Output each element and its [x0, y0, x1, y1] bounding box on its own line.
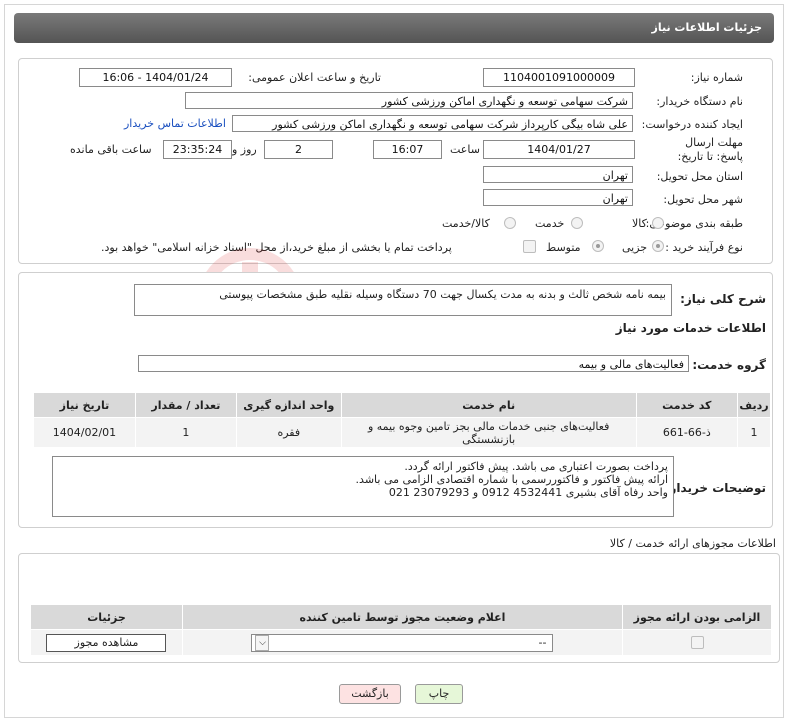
- buyer-label: نام دستگاه خریدار:: [656, 95, 743, 108]
- print-button[interactable]: چاپ: [415, 684, 463, 704]
- announce-field: 1404/01/24 - 16:06: [79, 68, 232, 87]
- cell-qty: 1: [134, 417, 237, 448]
- services-table: ردیف کد خدمت نام خدمت واحد اندازه گیری ت…: [33, 392, 771, 448]
- province-field: تهران: [483, 166, 633, 183]
- city-label: شهر محل تحویل:: [663, 193, 743, 206]
- permit-status-cell: ⌵ --: [181, 629, 624, 656]
- need-number-field: 1104001091000009: [483, 68, 635, 87]
- col-date: تاریخ نیاز: [33, 392, 136, 418]
- summary-label: شرح کلی نیاز:: [680, 292, 766, 306]
- category-option-goods: کالا: [632, 217, 647, 230]
- col-code: کد خدمت: [635, 392, 739, 418]
- cell-code: ذ-66-661: [635, 417, 739, 448]
- creator-field: علی شاه بیگی کارپرداز شرکت سهامی توسعه و…: [232, 115, 633, 132]
- permit-details-cell: مشاهده مجوز: [30, 629, 183, 656]
- process-label: نوع فرآیند خرید :: [665, 241, 743, 254]
- permit-status-value: --: [538, 635, 547, 649]
- process-option-medium: متوسط: [546, 241, 581, 254]
- category-option-goods-service: کالا/خدمت: [442, 217, 490, 230]
- process-option-minor: جزیی: [622, 241, 648, 254]
- page-header: جزئیات اطلاعات نیاز: [14, 13, 774, 43]
- need-info-panel: [18, 58, 773, 264]
- buyer-notes-textarea[interactable]: پرداخت بصورت اعتباری می باشد. پیش فاکتور…: [52, 456, 674, 517]
- category-radio-goods[interactable]: [652, 217, 664, 229]
- city-field: تهران: [483, 189, 633, 206]
- permits-title: اطلاعات مجوزهای ارائه خدمت / کالا: [609, 537, 776, 550]
- days-field: 2: [264, 140, 333, 159]
- deadline-time-label: ساعت: [450, 143, 480, 156]
- summary-textarea[interactable]: بیمه نامه شخص ثالث و بدنه به مدت یکسال ج…: [134, 284, 672, 316]
- col-qty: تعداد / مقدار: [134, 392, 237, 418]
- treasury-text: پرداخت تمام یا بخشی از مبلغ خرید،از محل …: [101, 241, 452, 254]
- permits-table: الزامی بودن ارائه مجوز اعلام وضعیت مجوز …: [30, 604, 772, 656]
- back-button[interactable]: بازگشت: [339, 684, 401, 704]
- process-radio-minor[interactable]: [652, 240, 664, 252]
- service-group-label: گروه خدمت:: [692, 358, 766, 372]
- category-option-service: خدمت: [535, 217, 565, 230]
- province-label: استان محل تحویل:: [656, 170, 743, 183]
- creator-label: ایجاد کننده درخواست:: [641, 118, 743, 131]
- remaining-time-field: 23:35:24: [163, 140, 232, 159]
- permit-required-checkbox[interactable]: [690, 636, 704, 650]
- deadline-label: مهلت ارسال پاسخ: تا تاریخ:: [677, 136, 743, 163]
- process-radio-medium[interactable]: [592, 240, 604, 252]
- page-title: جزئیات اطلاعات نیاز: [651, 21, 763, 34]
- permit-status-select[interactable]: ⌵ --: [251, 633, 554, 652]
- col-name: نام خدمت: [340, 392, 637, 418]
- deadline-time-field: 16:07: [373, 140, 442, 159]
- view-permit-button[interactable]: مشاهده مجوز: [46, 633, 167, 652]
- col-unit: واحد اندازه گیری: [235, 392, 342, 418]
- buyer-notes-label: توضیحات خریدار:: [664, 481, 766, 495]
- need-number-label: شماره نیاز:: [690, 71, 743, 84]
- chevron-down-icon: ⌵: [255, 634, 270, 651]
- cell-name: فعالیت‌های جنبی خدمات مالی بجز تامین وجو…: [340, 417, 637, 448]
- table-row: ⌵ -- مشاهده مجوز: [30, 629, 772, 656]
- contact-buyer-link[interactable]: اطلاعات تماس خریدار: [124, 117, 226, 130]
- buyer-field: شرکت سهامی توسعه و نگهداری اماکن ورزشی ک…: [185, 92, 633, 109]
- deadline-date-field: 1404/01/27: [483, 140, 635, 159]
- services-title: اطلاعات خدمات مورد نیاز: [615, 321, 766, 335]
- permit-required-cell: [622, 629, 772, 656]
- treasury-checkbox[interactable]: [523, 240, 536, 253]
- announce-label: تاریخ و ساعت اعلان عمومی:: [248, 71, 381, 84]
- service-group-field: فعالیت‌های مالی و بیمه: [138, 355, 689, 372]
- days-label: روز و: [232, 143, 257, 156]
- table-row: 1 ذ-66-661 فعالیت‌های جنبی خدمات مالی بج…: [33, 417, 771, 448]
- remaining-label: ساعت باقی مانده: [70, 143, 152, 156]
- col-row: ردیف: [737, 392, 771, 418]
- col-permit-status: اعلام وضعیت مجوز توسط تامین کننده: [181, 604, 624, 630]
- col-permit-details: جزئیات: [30, 604, 183, 630]
- cell-unit: فقره: [235, 417, 342, 448]
- cell-date: 1404/02/01: [33, 417, 136, 448]
- buyer-note-line-1: پرداخت بصورت اعتباری می باشد. پیش فاکتور…: [404, 460, 668, 473]
- cell-row: 1: [737, 417, 771, 448]
- buyer-note-line-2: ارائه پیش فاکتور و فاکتوررسمی با شماره ا…: [355, 473, 668, 486]
- category-radio-goods-service[interactable]: [504, 217, 516, 229]
- category-radio-service[interactable]: [571, 217, 583, 229]
- buyer-note-line-3: واحد رفاه آقای بشیری 4532441 0912 و 2307…: [388, 486, 668, 499]
- col-permit-required: الزامی بودن ارائه مجوز: [622, 604, 772, 630]
